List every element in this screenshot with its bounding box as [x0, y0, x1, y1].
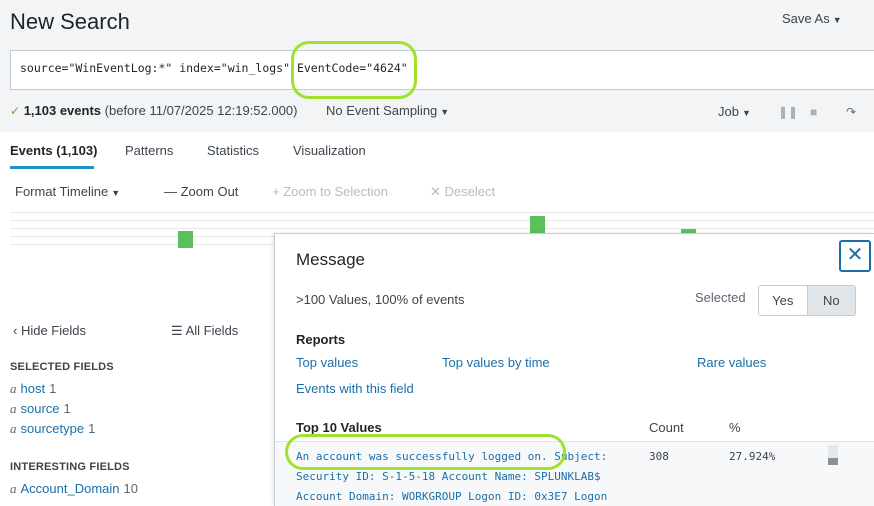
sampling-dropdown[interactable]: No Event Sampling ▼ [326, 103, 449, 118]
search-highlight-annotation [291, 41, 417, 99]
popup-title: Message [296, 250, 365, 269]
string-type-icon: a [10, 481, 17, 496]
caret-down-icon: ▼ [111, 188, 121, 198]
share-icon[interactable]: ↷ [846, 105, 856, 119]
zoom-out-button[interactable]: — Zoom Out [164, 184, 238, 199]
tab-bar: Events (1,103) Patterns Statistics Visua… [0, 132, 874, 170]
percent-bar-fill [828, 457, 838, 465]
check-icon: ✓ [10, 104, 21, 118]
values-column-header: Top 10 Values [296, 420, 382, 435]
tab-visualization[interactable]: Visualization [293, 143, 366, 158]
before-time: (before 11/07/2025 12:19:52.000) [104, 103, 298, 118]
selected-label: Selected [695, 290, 746, 305]
string-type-icon: a [10, 381, 17, 396]
caret-down-icon: ▼ [741, 108, 751, 118]
caret-down-icon: ▼ [832, 15, 842, 25]
string-type-icon: a [10, 401, 17, 416]
all-fields-button[interactable]: ☰ All Fields [171, 323, 238, 339]
timeline-gridline [10, 228, 874, 229]
tab-patterns[interactable]: Patterns [125, 143, 173, 158]
tab-events[interactable]: Events (1,103) [10, 143, 97, 158]
list-icon: ☰ [171, 323, 186, 338]
job-status: ✓ 1,103 events (before 11/07/2025 12:19:… [10, 103, 297, 118]
events-with-field-link[interactable]: Events with this field [296, 381, 414, 396]
timeline-gridline [10, 220, 874, 221]
job-menu[interactable]: Job ▼ [718, 104, 751, 119]
rare-values-link[interactable]: Rare values [697, 355, 766, 370]
top-values-link[interactable]: Top values [296, 355, 358, 370]
count-column-header: Count [649, 420, 684, 435]
top-values-by-time-link[interactable]: Top values by time [442, 355, 550, 370]
zoom-to-selection-button[interactable]: + Zoom to Selection [272, 184, 388, 199]
active-tab-indicator [10, 166, 94, 169]
message-highlight-annotation [285, 434, 566, 470]
interesting-fields-heading: INTERESTING FIELDS [10, 461, 130, 473]
reports-heading: Reports [296, 332, 346, 347]
save-as-button[interactable]: Save As ▼ [782, 11, 842, 26]
field-item-sourcetype[interactable]: a sourcetype 1 [10, 421, 95, 437]
selected-yes-button[interactable]: Yes [759, 286, 808, 315]
field-item-account-domain[interactable]: a Account_Domain 10 [10, 481, 138, 497]
value-count: 308 [649, 450, 669, 463]
fields-sidebar: ‹ Hide Fields ☰ All Fields SELECTED FIEL… [0, 315, 274, 506]
format-timeline-button[interactable]: Format Timeline ▼ [15, 184, 120, 199]
chevron-left-icon: ‹ [13, 323, 21, 338]
popup-summary: >100 Values, 100% of events [296, 292, 465, 307]
caret-down-icon: ▼ [440, 107, 450, 117]
stop-icon[interactable]: ■ [810, 105, 817, 119]
timeline-bar[interactable] [530, 216, 545, 233]
timeline-bar[interactable] [178, 231, 193, 248]
percent-column-header: % [729, 420, 741, 435]
hide-fields-button[interactable]: ‹ Hide Fields [13, 323, 86, 338]
tab-statistics[interactable]: Statistics [207, 143, 259, 158]
field-item-host[interactable]: a host 1 [10, 381, 56, 397]
close-icon[interactable]: ✕ [839, 240, 871, 272]
pause-icon[interactable]: ❚❚ [778, 105, 798, 119]
deselect-button[interactable]: ✕ Deselect [430, 184, 495, 200]
field-item-source[interactable]: a source 1 [10, 401, 71, 417]
page-title: New Search [10, 9, 130, 34]
value-percent: 27.924% [729, 450, 776, 463]
timeline-gridline [10, 212, 874, 213]
percent-bar [828, 445, 838, 465]
search-bar[interactable]: source="WinEventLog:*" index="win_logs" … [10, 50, 874, 90]
event-count: 1,103 events [23, 103, 102, 118]
selected-no-button[interactable]: No [807, 286, 855, 315]
selected-toggle: Yes No [758, 285, 856, 316]
string-type-icon: a [10, 421, 17, 436]
selected-fields-heading: SELECTED FIELDS [10, 361, 114, 373]
